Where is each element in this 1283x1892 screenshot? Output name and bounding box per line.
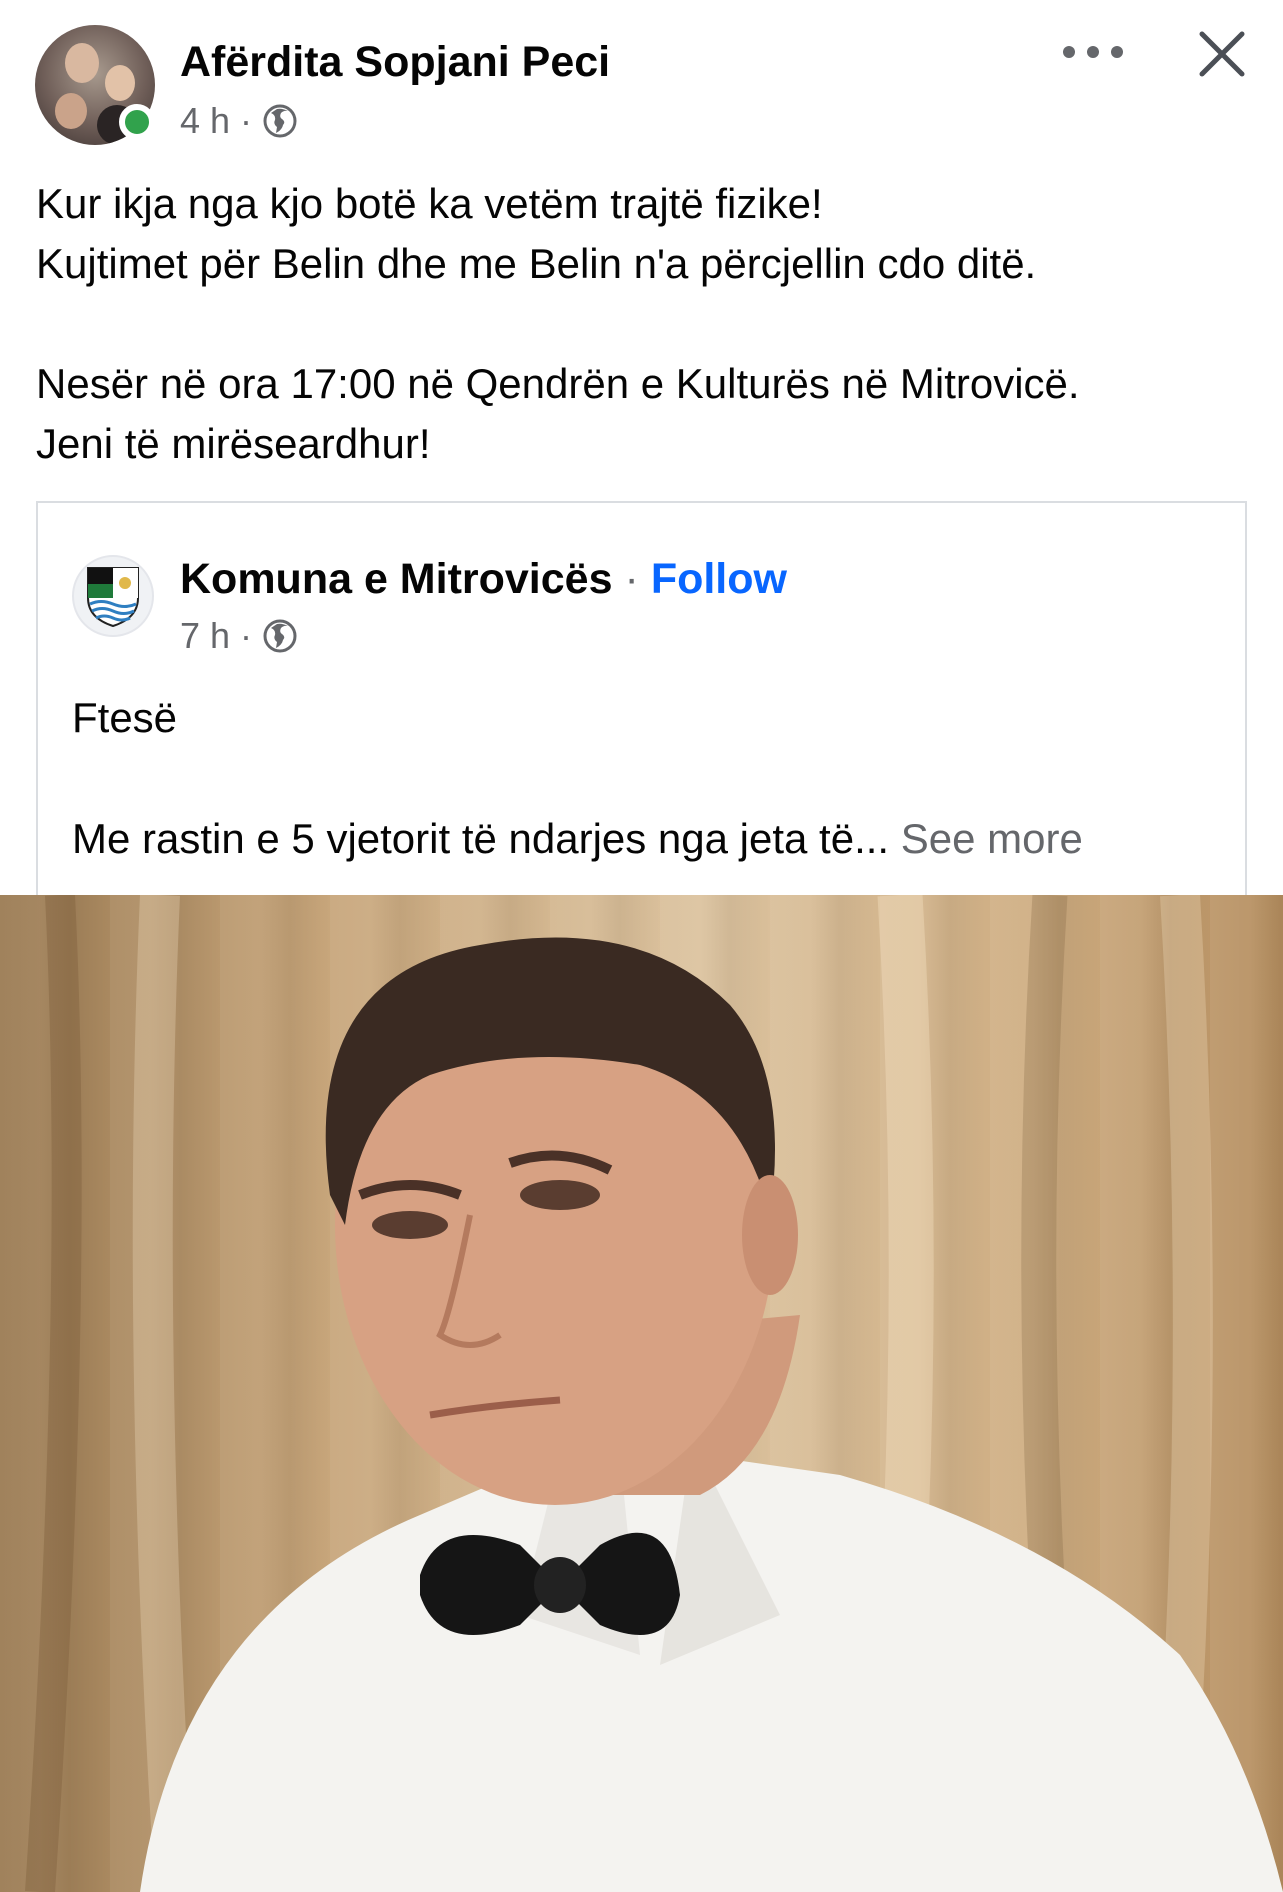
see-more-link[interactable]: See more — [901, 815, 1083, 862]
coat-of-arms-icon — [87, 567, 139, 628]
shared-page-header: Komuna e Mitrovicës · Follow — [180, 555, 787, 604]
post-photo[interactable] — [0, 895, 1283, 1892]
post-meta: 4 h · — [180, 100, 298, 142]
post-text-line: Jeni të mirëseardhur! — [36, 420, 431, 467]
globe-icon — [263, 104, 297, 138]
shared-post-meta: 7 h · — [180, 615, 298, 657]
shared-post-description: Me rastin e 5 vjetorit të ndarjes nga je… — [72, 809, 1083, 869]
portrait-image — [25, 895, 1283, 1892]
shared-post-card[interactable]: Komuna e Mitrovicës · Follow 7 h · Ftesë… — [36, 501, 1247, 901]
shared-post-time[interactable]: 7 h — [180, 615, 230, 657]
post-time[interactable]: 4 h — [180, 100, 230, 142]
shared-post-title: Ftesë — [72, 694, 178, 741]
close-icon[interactable] — [1196, 28, 1248, 80]
author-name[interactable]: Afërdita Sopjani Peci — [180, 38, 610, 87]
name-separator: · — [624, 555, 639, 603]
meta-separator: · — [240, 100, 253, 141]
post-text-line: Kur ikja nga kjo botë ka vetëm trajtë fi… — [36, 180, 823, 227]
post-text-line: Nesër në ora 17:00 në Qendrën e Kulturës… — [36, 360, 1080, 407]
facebook-post: Afërdita Sopjani Peci 4 h · Kur ikja nga… — [0, 0, 1283, 1892]
more-options-icon[interactable] — [1063, 32, 1123, 72]
meta-separator: · — [240, 615, 253, 656]
online-status-dot — [119, 104, 155, 140]
follow-button[interactable]: Follow — [651, 555, 787, 604]
page-name[interactable]: Komuna e Mitrovicës — [180, 555, 613, 604]
post-text-line: Kujtimet për Belin dhe me Belin n'a përc… — [36, 240, 1037, 287]
globe-icon — [263, 619, 297, 653]
description-text: Me rastin e 5 vjetorit të ndarjes nga je… — [72, 815, 890, 862]
page-logo[interactable] — [72, 555, 154, 637]
post-text: Kur ikja nga kjo botë ka vetëm trajtë fi… — [36, 174, 1246, 474]
